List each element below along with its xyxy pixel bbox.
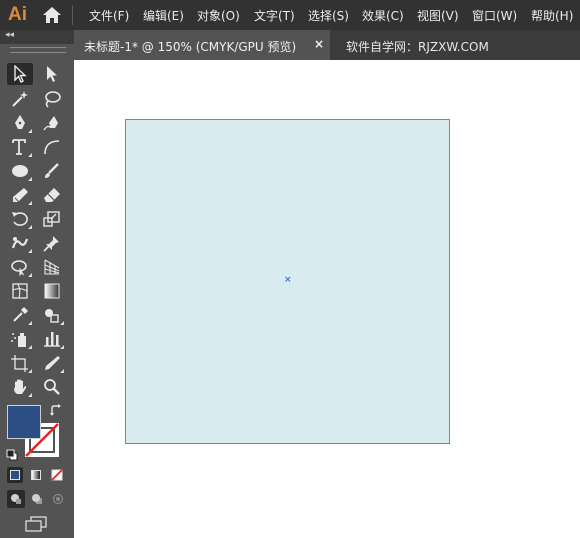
draw-normal-button[interactable]	[7, 490, 25, 508]
menu-bar: Ai 文件(F) 编辑(E) 对象(O) 文字(T) 选择(S) 效果(C) 视…	[0, 0, 580, 30]
puppet-warp-tool-icon[interactable]	[7, 232, 33, 254]
collapse-panel-icon[interactable]: ◂◂	[5, 30, 14, 40]
lasso-tool-icon[interactable]	[39, 88, 65, 110]
close-tab-icon[interactable]: ×	[314, 37, 324, 51]
column-graph-tool-icon[interactable]	[39, 328, 65, 350]
home-icon[interactable]	[42, 6, 62, 24]
scale-tool-icon[interactable]	[39, 208, 65, 230]
document-tab-title: 未标题-1* @ 150% (CMYK/GPU 预览)	[84, 40, 297, 54]
document-tab-secondary[interactable]: 软件自学网：RJZXW.COM	[346, 38, 489, 55]
menu-type[interactable]: 文字(T)	[254, 7, 295, 24]
slice-tool-icon[interactable]	[39, 352, 65, 374]
app-logo: Ai	[8, 4, 27, 25]
shape-builder-tool-icon[interactable]	[39, 304, 65, 326]
gradient-mode-button[interactable]	[28, 467, 44, 483]
arc-tool-icon[interactable]	[39, 136, 65, 158]
paintbrush-tool-icon[interactable]	[39, 160, 65, 182]
menu-effect[interactable]: 效果(C)	[362, 7, 404, 24]
swap-fill-stroke-icon[interactable]	[49, 403, 63, 417]
perspective-grid-tool-icon[interactable]	[39, 256, 65, 278]
menu-file[interactable]: 文件(F)	[89, 7, 129, 24]
free-transform-tool-icon[interactable]	[7, 256, 33, 278]
gradient-tool-icon[interactable]	[39, 280, 65, 302]
fill-swatch[interactable]	[7, 405, 41, 439]
selection-tool-icon[interactable]	[7, 63, 33, 85]
direct-selection-tool-icon[interactable]	[39, 63, 65, 85]
color-mode-button[interactable]	[7, 467, 23, 483]
symbol-sprayer-tool-icon[interactable]	[7, 328, 33, 350]
default-fill-stroke-icon[interactable]	[6, 446, 18, 461]
menu-help[interactable]: 帮助(H)	[531, 7, 573, 24]
shaper-tool-icon[interactable]	[7, 184, 33, 206]
rotate-tool-icon[interactable]	[7, 208, 33, 230]
draw-inside-button[interactable]	[49, 490, 67, 508]
document-tab-active[interactable]: 未标题-1* @ 150% (CMYK/GPU 预览) ×	[74, 30, 330, 60]
menu-view[interactable]: 视图(V)	[417, 7, 459, 24]
hand-tool-icon[interactable]	[7, 376, 33, 398]
pen-tool-icon[interactable]	[7, 112, 33, 134]
menu-object[interactable]: 对象(O)	[197, 7, 240, 24]
mesh-tool-icon[interactable]	[7, 280, 33, 302]
artboard-tool-icon[interactable]	[7, 352, 33, 374]
menu-edit[interactable]: 编辑(E)	[143, 7, 184, 24]
none-mode-button[interactable]	[49, 467, 65, 483]
menu-select[interactable]: 选择(S)	[308, 7, 349, 24]
menu-separator	[72, 5, 73, 25]
type-tool-icon[interactable]	[7, 136, 33, 158]
zoom-tool-icon[interactable]	[39, 376, 65, 398]
pin-tool-icon[interactable]	[39, 232, 65, 254]
panel-grip[interactable]	[10, 47, 66, 53]
draw-behind-button[interactable]	[28, 490, 46, 508]
eyedropper-tool-icon[interactable]	[7, 304, 33, 326]
ellipse-tool-icon[interactable]	[7, 160, 33, 182]
center-point-icon: ×	[284, 275, 292, 285]
menu-window[interactable]: 窗口(W)	[472, 7, 517, 24]
screen-mode-icon[interactable]	[24, 515, 48, 533]
curvature-tool-icon[interactable]	[39, 112, 65, 134]
magic-wand-tool-icon[interactable]	[7, 88, 33, 110]
eraser-tool-icon[interactable]	[39, 184, 65, 206]
